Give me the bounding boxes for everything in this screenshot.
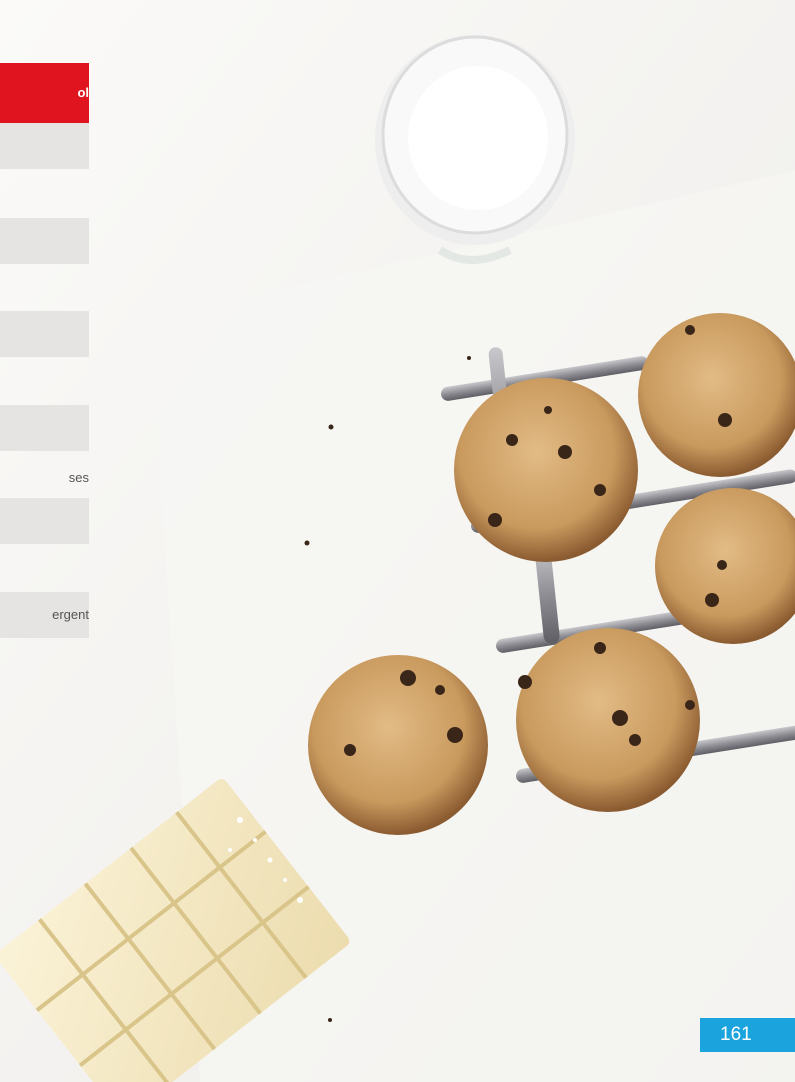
cookies-photo — [0, 0, 795, 1082]
table-row-shaded — [0, 498, 89, 544]
cookie — [308, 655, 488, 835]
table-cell-text: ses — [68, 470, 89, 485]
table-cell-text: ergent — [0, 592, 89, 638]
table-strip: ol ses ergent — [0, 0, 89, 1082]
cookie — [638, 313, 795, 477]
page-number: 161 — [700, 1018, 795, 1052]
table-row-shaded — [0, 218, 89, 264]
table-row-shaded — [0, 405, 89, 451]
table-row-shaded — [0, 123, 89, 169]
table-header: ol — [0, 63, 89, 123]
table-row-shaded — [0, 311, 89, 357]
cookie — [516, 628, 700, 812]
cookie — [454, 378, 638, 562]
